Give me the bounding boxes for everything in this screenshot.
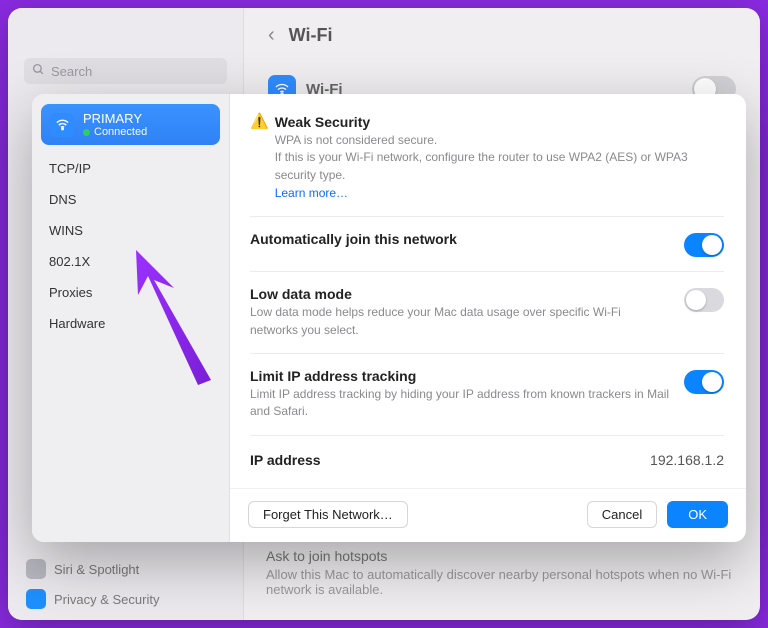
content-header: ‹ Wi-Fi [268, 24, 736, 47]
page-title: Wi-Fi [289, 25, 333, 46]
siri-icon [26, 559, 46, 579]
back-button[interactable]: ‹ [268, 24, 275, 47]
sheet-scroll[interactable]: ⚠️ Weak Security WPA is not considered s… [230, 94, 746, 488]
weak-security-line1: WPA is not considered secure. [275, 132, 724, 149]
search-placeholder: Search [51, 64, 92, 79]
sheet-tabs: TCP/IP DNS WINS 802.1X Proxies Hardware [41, 153, 220, 339]
learn-more-link[interactable]: Learn more… [275, 186, 348, 200]
sheet-body: ⚠️ Weak Security WPA is not considered s… [230, 94, 746, 542]
tab-hardware[interactable]: Hardware [41, 308, 220, 339]
ok-button[interactable]: OK [667, 501, 728, 528]
autojoin-toggle[interactable] [684, 233, 724, 257]
forget-network-button[interactable]: Forget This Network… [248, 501, 408, 528]
tab-tcpip[interactable]: TCP/IP [41, 153, 220, 184]
sidebar-item-primary[interactable]: PRIMARY Connected [41, 104, 220, 145]
lowdata-title: Low data mode [250, 286, 670, 302]
autojoin-section: Automatically join this network [250, 217, 724, 272]
weak-security-section: ⚠️ Weak Security WPA is not considered s… [250, 110, 724, 217]
network-details-sheet: PRIMARY Connected TCP/IP DNS WINS 802.1X… [32, 94, 746, 542]
status-dot-icon [83, 129, 90, 136]
tab-dns[interactable]: DNS [41, 184, 220, 215]
ask-hotspots-block: Ask to join hotspots Allow this Mac to a… [266, 548, 738, 597]
tab-proxies[interactable]: Proxies [41, 277, 220, 308]
limitip-toggle[interactable] [684, 370, 724, 394]
autojoin-title: Automatically join this network [250, 231, 670, 247]
sidebar-item-siri[interactable]: Siri & Spotlight [8, 554, 244, 584]
search-field[interactable]: Search [24, 58, 227, 84]
lowdata-desc: Low data mode helps reduce your Mac data… [250, 304, 670, 339]
warning-icon: ⚠️ [250, 114, 269, 202]
ask-hotspots-desc: Allow this Mac to automatically discover… [266, 567, 738, 597]
network-name: PRIMARY [83, 111, 147, 126]
sidebar-item-privacy[interactable]: Privacy & Security [8, 584, 244, 614]
limitip-section: Limit IP address tracking Limit IP addre… [250, 354, 724, 436]
ask-hotspots-title: Ask to join hotspots [266, 548, 738, 564]
weak-security-line2: If this is your Wi-Fi network, configure… [275, 149, 724, 184]
ip-address-value: 192.168.1.2 [650, 452, 724, 468]
ip-address-label: IP address [250, 452, 321, 468]
limitip-title: Limit IP address tracking [250, 368, 670, 384]
tab-8021x[interactable]: 802.1X [41, 246, 220, 277]
lowdata-toggle[interactable] [684, 288, 724, 312]
limitip-desc: Limit IP address tracking by hiding your… [250, 386, 670, 421]
cancel-button[interactable]: Cancel [587, 501, 657, 528]
network-status: Connected [83, 126, 147, 138]
wifi-icon [50, 113, 74, 137]
lowdata-section: Low data mode Low data mode helps reduce… [250, 272, 724, 354]
ip-address-row: IP address 192.168.1.2 [250, 436, 724, 484]
sheet-sidebar: PRIMARY Connected TCP/IP DNS WINS 802.1X… [32, 94, 230, 542]
tab-wins[interactable]: WINS [41, 215, 220, 246]
weak-security-title: Weak Security [275, 114, 724, 130]
privacy-icon [26, 589, 46, 609]
sheet-footer: Forget This Network… Cancel OK [230, 488, 746, 542]
search-icon [32, 63, 45, 79]
